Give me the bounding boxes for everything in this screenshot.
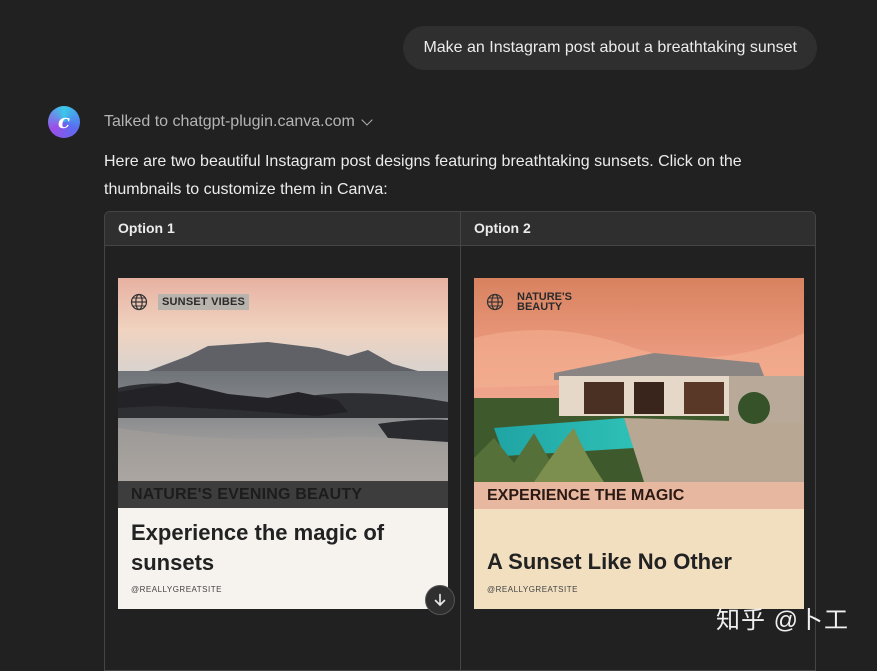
- globe-icon: [486, 293, 504, 311]
- globe-icon: [130, 293, 148, 311]
- thumbnail-1-text-panel: Experience the magic of sunsets @REALLYG…: [118, 508, 448, 609]
- thumbnail-1-site: @REALLYGREATSITE: [131, 585, 222, 594]
- plugin-disclosure[interactable]: Talked to chatgpt-plugin.canva.com: [104, 113, 373, 131]
- table-header-option-1: Option 1: [118, 220, 175, 236]
- thumbnail-2-band: EXPERIENCE THE MAGIC: [474, 482, 804, 509]
- avatar-letter: c: [57, 109, 71, 133]
- watermark: 知乎 @卜工: [716, 607, 850, 634]
- thumbnail-option-1[interactable]: SUNSET VIBES NATURE'S EVENING BEAUTY Exp…: [118, 278, 448, 609]
- table-header-row: Option 1 Option 2: [105, 212, 815, 246]
- table-body-row: SUNSET VIBES NATURE'S EVENING BEAUTY Exp…: [105, 246, 815, 670]
- thumbnail-1-tag: SUNSET VIBES: [158, 294, 250, 310]
- table-header-option-2: Option 2: [460, 212, 815, 245]
- thumbnail-2-band-text: EXPERIENCE THE MAGIC: [487, 487, 685, 504]
- canva-logo-icon: c: [48, 106, 80, 138]
- thumbnail-2-headline: A Sunset Like No Other: [487, 549, 732, 574]
- thumbnail-1-band-text: NATURE'S EVENING BEAUTY: [131, 486, 363, 503]
- table-cell-option-1: SUNSET VIBES NATURE'S EVENING BEAUTY Exp…: [105, 246, 460, 670]
- user-message-text: Make an Instagram post about a breathtak…: [423, 39, 797, 56]
- thumbnail-2-site: @REALLYGREATSITE: [487, 585, 578, 594]
- user-message-bubble: Make an Instagram post about a breathtak…: [403, 26, 817, 70]
- assistant-intro-text: Here are two beautiful Instagram post de…: [104, 153, 742, 198]
- arrow-down-icon: [434, 593, 446, 606]
- thumbnail-1-band: NATURE'S EVENING BEAUTY: [118, 481, 448, 508]
- thumbnail-2-tag: NATURE'S BEAUTY: [517, 291, 572, 313]
- plugin-text: Talked to chatgpt-plugin.canva.com: [104, 113, 355, 130]
- chevron-down-icon[interactable]: [361, 114, 373, 126]
- thumbnail-option-2[interactable]: NATURE'S BEAUTY EXPERIENCE THE MAGIC A S…: [474, 278, 804, 609]
- scroll-down-button[interactable]: [425, 585, 455, 615]
- thumbnail-1-headline: Experience the magic of sunsets: [131, 520, 385, 575]
- thumbnail-2-text-panel: A Sunset Like No Other @REALLYGREATSITE: [474, 509, 804, 609]
- options-table: Option 1 Option 2 SUNSET VIBES NATURE'S …: [104, 211, 816, 671]
